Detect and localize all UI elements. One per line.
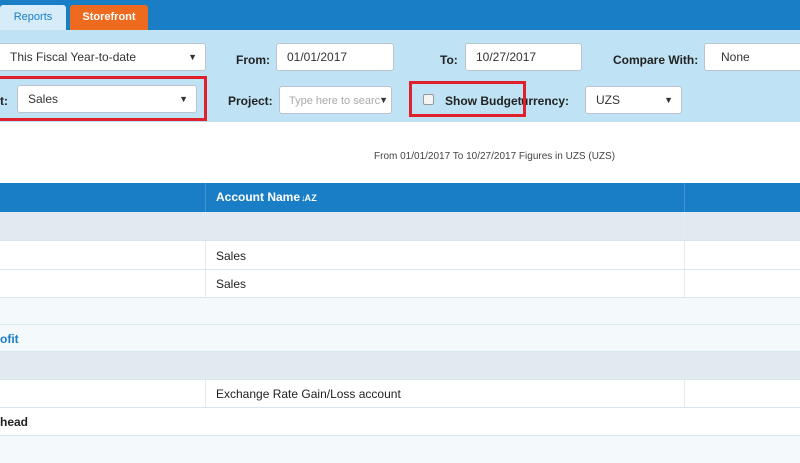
account-name-cell: Sales (216, 277, 247, 291)
chevron-down-icon: ▼ (379, 95, 388, 105)
account-select-value: Sales (28, 92, 59, 106)
chevron-down-icon: ▼ (664, 95, 673, 105)
row-label-profit[interactable]: ofit (0, 332, 19, 346)
sort-alpha-icon[interactable]: ↓A Z (301, 193, 317, 203)
table-row (0, 298, 800, 325)
table-row (0, 212, 800, 241)
show-budget-checkbox[interactable] (423, 94, 434, 105)
to-date-input[interactable]: 10/27/2017 (465, 43, 582, 71)
table-row: head (0, 408, 800, 436)
table-row (0, 352, 800, 380)
row-label-overhead: head (0, 415, 29, 429)
account-name-cell: Exchange Rate Gain/Loss account (216, 387, 401, 401)
table-row: Sales (0, 241, 800, 270)
to-label: To: (440, 53, 458, 67)
currency-select-value: UZS (596, 93, 620, 107)
chevron-down-icon: ▼ (188, 52, 197, 62)
project-label: Project: (228, 94, 273, 108)
project-placeholder: Type here to searc (289, 95, 381, 107)
filter-panel: This Fiscal Year-to-date ▼ From: 01/01/2… (0, 30, 800, 122)
from-label: From: (236, 53, 270, 67)
tab-reports[interactable]: Reports (0, 5, 66, 30)
from-date-input[interactable]: 01/01/2017 (276, 43, 394, 71)
period-select[interactable]: This Fiscal Year-to-date ▼ (0, 43, 206, 71)
show-budget-label: Show Budget (445, 94, 522, 108)
compare-label: Compare With: (613, 53, 699, 67)
compare-select[interactable]: None (704, 43, 800, 71)
project-select[interactable]: Type here to searc ▼ (279, 86, 392, 114)
currency-label: urrency: (521, 94, 570, 108)
table-header: Account Name↓A Z (0, 183, 800, 212)
column-divider (684, 183, 685, 212)
table-row[interactable]: ofit (0, 325, 800, 352)
chevron-down-icon: ▼ (179, 94, 188, 104)
tab-storefront[interactable]: Storefront (70, 5, 148, 30)
currency-select[interactable]: UZS ▼ (585, 86, 682, 114)
column-header-label: Account Name (216, 190, 301, 204)
tab-bar: Reports Storefront (0, 0, 800, 30)
table-row: Exchange Rate Gain/Loss account (0, 380, 800, 408)
column-divider (205, 183, 206, 212)
table-row: Sales (0, 270, 800, 298)
account-label: t: (0, 94, 8, 108)
report-subtitle: From 01/01/2017 To 10/27/2017 Figures in… (374, 151, 616, 162)
period-select-value: This Fiscal Year-to-date (10, 50, 137, 64)
table-row (0, 436, 800, 463)
column-header-account-name[interactable]: Account Name↓A Z (216, 183, 317, 212)
account-select[interactable]: Sales ▼ (17, 85, 197, 113)
account-name-cell: Sales (216, 249, 247, 263)
